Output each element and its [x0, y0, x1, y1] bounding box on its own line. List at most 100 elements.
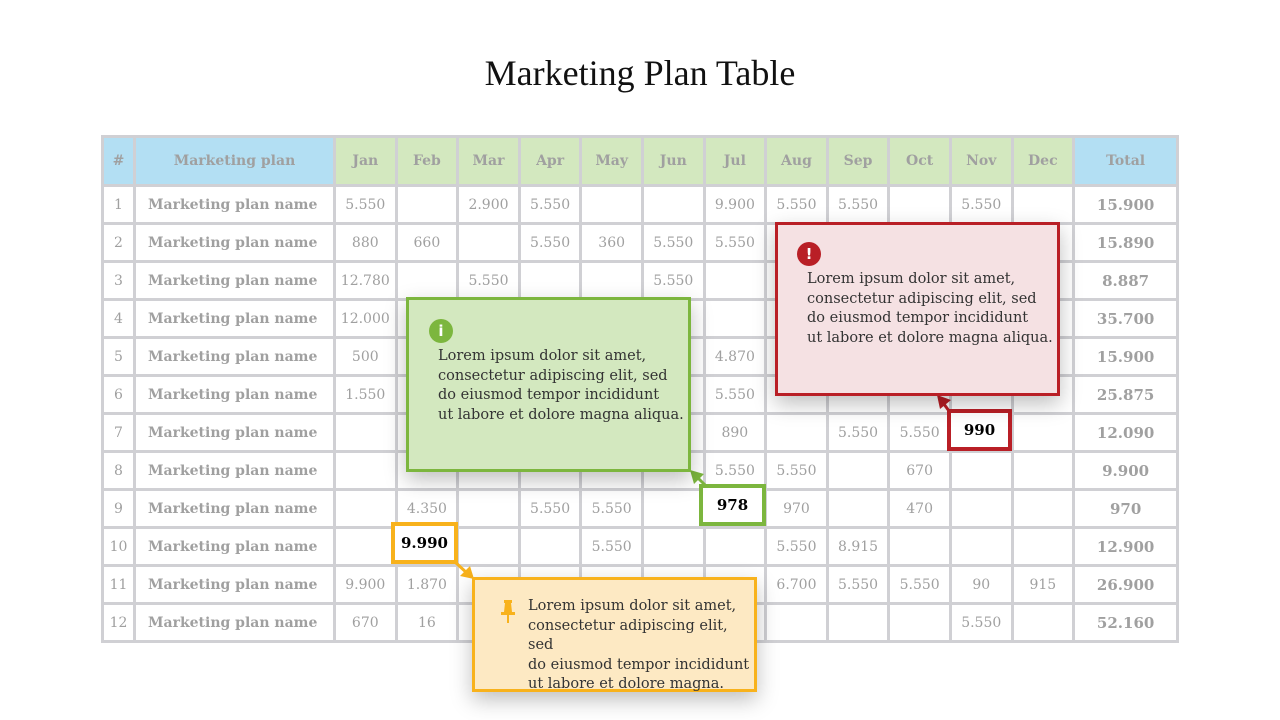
month-value-cell: [640, 526, 706, 567]
column-header: Sep: [825, 135, 891, 187]
month-value-cell: [948, 450, 1014, 491]
month-value-cell: 5.550: [640, 260, 706, 301]
month-value-cell: 470: [887, 488, 952, 529]
month-value-cell: 5.550: [825, 184, 891, 225]
month-value-cell: 4.870: [702, 336, 768, 377]
month-value-cell: 12.000: [333, 298, 398, 339]
month-value-cell: 5.550: [948, 602, 1014, 643]
column-header: May: [579, 135, 644, 187]
month-value-cell: [948, 526, 1014, 567]
highlight-cell-red: 990: [947, 409, 1012, 451]
column-header: Marketing plan: [133, 135, 336, 187]
month-value-cell: 5.550: [579, 526, 644, 567]
month-value-cell: [394, 260, 460, 301]
month-value-cell: [825, 488, 891, 529]
month-value-cell: 16: [394, 602, 460, 643]
highlight-cell-orange: 9.990: [391, 522, 458, 564]
month-value-cell: [887, 526, 952, 567]
month-value-cell: [1010, 450, 1076, 491]
month-value-cell: [579, 260, 644, 301]
month-value-cell: 360: [579, 222, 644, 263]
month-value-cell: [579, 184, 644, 225]
table-row: 9Marketing plan name4.3505.5505.55097897…: [101, 488, 1180, 529]
exclamation-icon: !: [797, 242, 821, 266]
month-value-cell: [1010, 526, 1076, 567]
total-cell: 970: [1072, 488, 1180, 529]
month-value-cell: [517, 526, 583, 567]
month-value-cell: 5.550: [887, 412, 952, 453]
row-number: 8: [101, 450, 136, 491]
month-value-cell: 5.550: [825, 412, 891, 453]
pushpin-icon: [500, 600, 516, 624]
column-header: Apr: [517, 135, 583, 187]
month-value-cell: 12.780: [333, 260, 398, 301]
plan-name-cell: Marketing plan name: [133, 602, 336, 643]
month-value-cell: [702, 260, 768, 301]
plan-name-cell: Marketing plan name: [133, 488, 336, 529]
row-number: 3: [101, 260, 136, 301]
callout-red: ! Lorem ipsum dolor sit amet, consectetu…: [775, 222, 1060, 396]
plan-name-cell: Marketing plan name: [133, 298, 336, 339]
month-value-cell: 1.550: [333, 374, 398, 415]
month-value-cell: [825, 450, 891, 491]
plan-name-cell: Marketing plan name: [133, 412, 336, 453]
month-value-cell: [1010, 602, 1076, 643]
month-value-cell: [1010, 488, 1076, 529]
total-cell: 15.890: [1072, 222, 1180, 263]
month-value-cell: 6.700: [764, 564, 829, 605]
month-value-cell: 500: [333, 336, 398, 377]
plan-name-cell: Marketing plan name: [133, 526, 336, 567]
total-cell: 15.900: [1072, 184, 1180, 225]
month-value-cell: 5.550: [333, 184, 398, 225]
month-value-cell: 5.550: [702, 374, 768, 415]
plan-name-cell: Marketing plan name: [133, 260, 336, 301]
month-value-cell: 670: [887, 450, 952, 491]
plan-name-cell: Marketing plan name: [133, 222, 336, 263]
month-value-cell: 5.550: [579, 488, 644, 529]
row-number: 10: [101, 526, 136, 567]
row-number: 9: [101, 488, 136, 529]
month-value-cell: 5.550: [764, 526, 829, 567]
callout-red-text: Lorem ipsum dolor sit amet, consectetur …: [807, 271, 1053, 346]
month-value-cell: 1.870: [394, 564, 460, 605]
total-cell: 12.090: [1072, 412, 1180, 453]
row-number: 7: [101, 412, 136, 453]
month-value-cell: [640, 184, 706, 225]
row-number: 11: [101, 564, 136, 605]
info-icon: i: [429, 319, 453, 343]
month-value-cell: 8.915: [825, 526, 891, 567]
month-value-cell: 660: [394, 222, 460, 263]
month-value-cell: 970: [764, 488, 829, 529]
month-value-cell: 5.550: [517, 184, 583, 225]
column-header: Oct: [887, 135, 952, 187]
row-number: 2: [101, 222, 136, 263]
total-cell: 9.900: [1072, 450, 1180, 491]
page-title: Marketing Plan Table: [484, 53, 796, 93]
column-header: #: [101, 135, 136, 187]
row-number: 12: [101, 602, 136, 643]
month-value-cell: 5.550: [517, 222, 583, 263]
month-value-cell: [456, 488, 521, 529]
arrow-green: [453, 395, 951, 579]
month-value-cell: [333, 412, 398, 453]
table-row: 10Marketing plan name9.9905.5505.5508.91…: [101, 526, 1180, 567]
column-header: Mar: [456, 135, 521, 187]
column-header: Jul: [702, 135, 768, 187]
month-value-cell: [394, 184, 460, 225]
month-value-cell: [333, 526, 398, 567]
plan-name-cell: Marketing plan name: [133, 374, 336, 415]
callout-green: i Lorem ipsum dolor sit amet, consectetu…: [406, 297, 691, 472]
month-value-cell: [1010, 412, 1076, 453]
month-value-cell: [764, 412, 829, 453]
total-cell: 26.900: [1072, 564, 1180, 605]
month-value-cell: 9.900: [702, 184, 768, 225]
row-number: 4: [101, 298, 136, 339]
month-value-cell: [456, 526, 521, 567]
column-header: Feb: [394, 135, 460, 187]
total-cell: 25.875: [1072, 374, 1180, 415]
month-value-cell: 9.900: [333, 564, 398, 605]
month-value-cell: 5.550: [517, 488, 583, 529]
column-header: Jun: [640, 135, 706, 187]
month-value-cell: 2.900: [456, 184, 521, 225]
month-value-cell: 915: [1010, 564, 1076, 605]
